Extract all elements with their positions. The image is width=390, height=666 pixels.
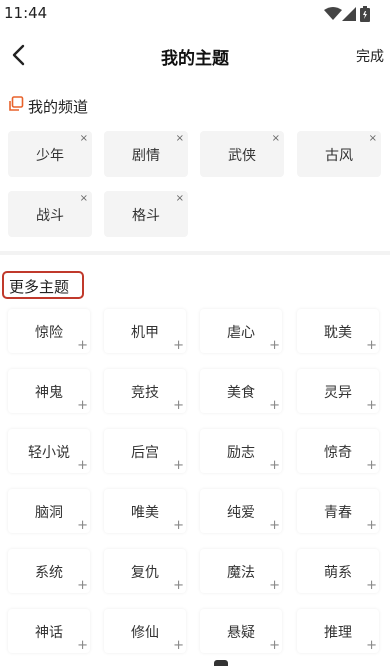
topic-card[interactable]: 虐心 +: [200, 309, 282, 353]
topic-card[interactable]: 惊险 +: [8, 309, 90, 353]
channel-chip-label: 战斗: [36, 208, 64, 224]
topic-card[interactable]: 神鬼 +: [8, 369, 90, 413]
add-icon[interactable]: +: [366, 578, 377, 593]
add-icon[interactable]: +: [77, 578, 88, 593]
remove-icon[interactable]: ×: [272, 133, 280, 144]
topic-card[interactable]: 悬疑 +: [200, 609, 282, 653]
add-icon[interactable]: +: [77, 518, 88, 533]
channel-chip[interactable]: 古风 ×: [297, 131, 381, 177]
signal-icon: [342, 6, 356, 25]
topic-card[interactable]: 竞技 +: [104, 369, 186, 413]
status-bar: 11:44: [0, 0, 390, 28]
topic-card[interactable]: 机甲 +: [104, 309, 186, 353]
add-icon[interactable]: +: [173, 578, 184, 593]
channel-chip[interactable]: 剧情 ×: [104, 131, 188, 177]
topic-card[interactable]: 青春 +: [297, 489, 379, 533]
wifi-icon: [324, 6, 342, 25]
topic-card[interactable]: 励志 +: [200, 429, 282, 473]
my-topics-screen: 11:44 我的主题 完成 我的频道 少年 × 剧情 × 武侠 × 古风 × 战…: [0, 0, 390, 666]
nav-bar: 我的主题 完成: [0, 34, 390, 76]
add-icon[interactable]: +: [366, 458, 377, 473]
remove-icon[interactable]: ×: [176, 193, 184, 204]
more-topics-header: 更多主题: [2, 271, 84, 299]
add-icon[interactable]: +: [173, 338, 184, 353]
page-title: 我的主题: [161, 49, 229, 69]
topic-card[interactable]: 脑洞 +: [8, 489, 90, 533]
topic-card[interactable]: 美食 +: [200, 369, 282, 413]
done-button[interactable]: 完成: [356, 46, 384, 66]
status-time: 11:44: [4, 4, 48, 22]
add-icon[interactable]: +: [366, 338, 377, 353]
add-icon[interactable]: +: [77, 458, 88, 473]
topic-card[interactable]: 魔法 +: [200, 549, 282, 593]
topic-card[interactable]: 系统 +: [8, 549, 90, 593]
channel-chip-label: 剧情: [132, 148, 160, 164]
channel-chip[interactable]: 格斗 ×: [104, 191, 188, 237]
topic-card[interactable]: 灵异 +: [297, 369, 379, 413]
section-divider: [0, 251, 390, 255]
add-icon[interactable]: +: [77, 398, 88, 413]
channel-chip[interactable]: 战斗 ×: [8, 191, 92, 237]
channel-chip-label: 格斗: [132, 208, 160, 224]
topic-card[interactable]: 复仇 +: [104, 549, 186, 593]
add-icon[interactable]: +: [269, 458, 280, 473]
add-icon[interactable]: +: [366, 398, 377, 413]
topic-card[interactable]: 惊奇 +: [297, 429, 379, 473]
channel-chip[interactable]: 武侠 ×: [200, 131, 284, 177]
add-icon[interactable]: +: [269, 338, 280, 353]
add-icon[interactable]: +: [173, 458, 184, 473]
topic-card[interactable]: 后宫 +: [104, 429, 186, 473]
topic-card[interactable]: 唯美 +: [104, 489, 186, 533]
topic-card[interactable]: 修仙 +: [104, 609, 186, 653]
add-icon[interactable]: +: [173, 638, 184, 653]
channel-chip-label: 古风: [325, 148, 353, 164]
add-icon[interactable]: +: [366, 518, 377, 533]
topic-card[interactable]: 耽美 +: [297, 309, 379, 353]
add-icon[interactable]: +: [269, 398, 280, 413]
add-icon[interactable]: +: [173, 518, 184, 533]
topic-card[interactable]: 轻小说 +: [8, 429, 90, 473]
add-icon[interactable]: +: [269, 638, 280, 653]
my-channel-title: 我的频道: [28, 98, 89, 116]
channel-chip[interactable]: 少年 ×: [8, 131, 92, 177]
remove-icon[interactable]: ×: [80, 193, 88, 204]
add-icon[interactable]: +: [269, 518, 280, 533]
topic-card[interactable]: 推理 +: [297, 609, 379, 653]
add-icon[interactable]: +: [269, 578, 280, 593]
copy-icon: [8, 96, 24, 112]
remove-icon[interactable]: ×: [176, 133, 184, 144]
remove-icon[interactable]: ×: [80, 133, 88, 144]
add-icon[interactable]: +: [77, 638, 88, 653]
remove-icon[interactable]: ×: [369, 133, 377, 144]
topic-card[interactable]: 萌系 +: [297, 549, 379, 593]
add-icon[interactable]: +: [173, 398, 184, 413]
topic-card[interactable]: 纯爱 +: [200, 489, 282, 533]
battery-icon: [360, 6, 370, 26]
more-topics-title: 更多主题: [9, 278, 70, 296]
topic-card[interactable]: 神话 +: [8, 609, 90, 653]
home-indicator: [214, 660, 228, 666]
channel-chip-label: 少年: [36, 148, 64, 164]
add-icon[interactable]: +: [77, 338, 88, 353]
add-icon[interactable]: +: [366, 638, 377, 653]
channel-chip-label: 武侠: [228, 148, 256, 164]
